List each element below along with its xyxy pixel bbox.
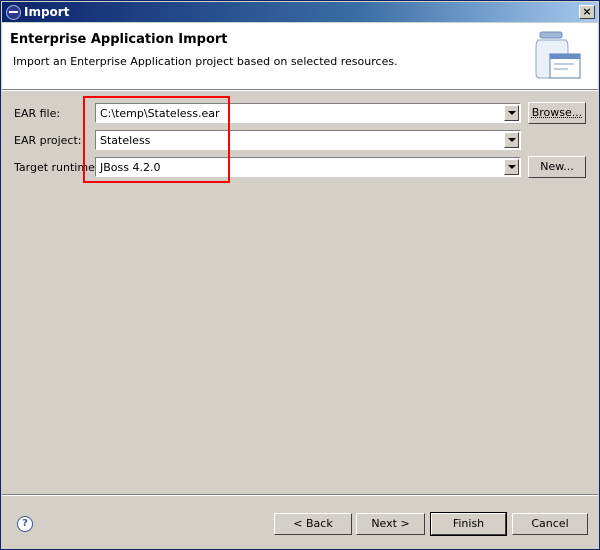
- new-runtime-button-label: New...: [540, 160, 574, 173]
- wizard-banner: Enterprise Application Import Import an …: [2, 23, 598, 90]
- target-runtime-value: JBoss 4.2.0: [100, 161, 161, 174]
- ear-project-dropdown-arrow[interactable]: [504, 132, 519, 148]
- help-icon[interactable]: ?: [17, 516, 33, 532]
- window-title: Import: [24, 5, 70, 19]
- new-runtime-button[interactable]: New...: [528, 156, 586, 178]
- browse-button-label: Browse...: [531, 106, 583, 119]
- ear-file-combo[interactable]: C:\temp\Stateless.ear: [95, 103, 521, 123]
- ear-project-label: EAR project:: [14, 134, 82, 147]
- back-button[interactable]: < Back: [274, 513, 352, 535]
- ear-file-value: C:\temp\Stateless.ear: [100, 107, 220, 120]
- ear-project-value: Stateless: [100, 134, 151, 147]
- title-bar[interactable]: Import ×: [2, 2, 598, 22]
- jar-wizard-icon: [535, 31, 581, 79]
- target-runtime-label: Target runtime:: [14, 161, 99, 174]
- import-dialog: Import × Enterprise Application Import I…: [0, 0, 600, 550]
- eclipse-icon: [6, 5, 21, 20]
- banner-divider: [2, 90, 598, 91]
- footer-separator-highlight: [2, 495, 598, 496]
- cancel-button[interactable]: Cancel: [512, 513, 588, 535]
- page-description: Import an Enterprise Application project…: [13, 55, 398, 68]
- ear-file-label: EAR file:: [14, 107, 61, 120]
- ear-project-combo[interactable]: Stateless: [95, 130, 521, 150]
- next-button[interactable]: Next >: [356, 513, 425, 535]
- close-button[interactable]: ×: [579, 5, 595, 19]
- browse-button[interactable]: Browse...: [528, 102, 586, 124]
- target-runtime-combo[interactable]: JBoss 4.2.0: [95, 157, 521, 177]
- ear-file-dropdown-arrow[interactable]: [504, 105, 519, 121]
- page-title: Enterprise Application Import: [10, 32, 228, 47]
- finish-button[interactable]: Finish: [430, 512, 507, 536]
- target-runtime-dropdown-arrow[interactable]: [504, 159, 519, 175]
